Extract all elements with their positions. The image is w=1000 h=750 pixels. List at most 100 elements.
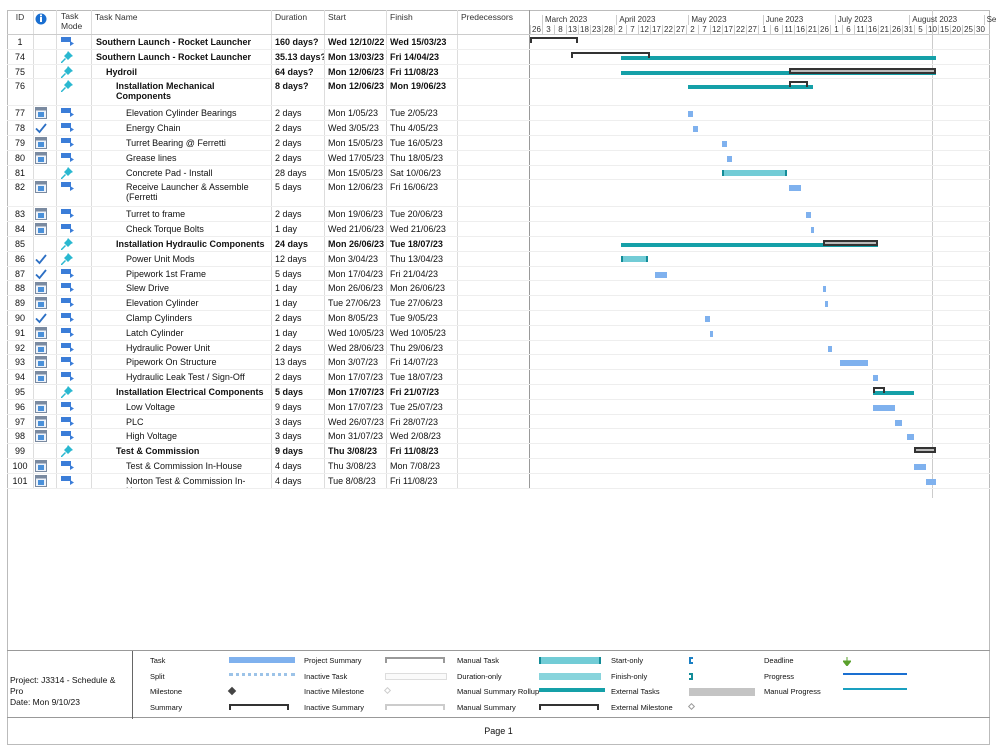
gantt-bar-task[interactable] (926, 478, 936, 485)
task-row[interactable]: 78 Energy Chain 2 days Wed 3/05/23 Thu 4/05/… (7, 121, 990, 136)
col-id[interactable]: ID (7, 10, 34, 34)
task-finish[interactable]: Tue 18/07/23 (387, 236, 458, 251)
col-start[interactable]: Start (325, 10, 387, 34)
gantt-bar-task[interactable] (914, 463, 926, 470)
task-start[interactable]: Mon 12/06/23 (325, 180, 387, 207)
task-duration[interactable]: 4 days (272, 473, 325, 488)
task-name[interactable]: Hydraulic Leak Test / Sign-Off (92, 370, 272, 384)
task-name[interactable]: Receive Launcher & Assemble (Ferretti (92, 180, 272, 207)
task-row[interactable]: 91 Latch Cylinder 1 day Wed 10/05/23 Wed 10/… (7, 325, 990, 341)
gantt-bar-task[interactable] (693, 126, 698, 133)
task-duration[interactable]: 2 days (272, 150, 325, 165)
task-name[interactable]: Pipework On Structure (92, 355, 272, 370)
task-predecessors[interactable] (458, 355, 530, 370)
task-finish[interactable]: Thu 4/05/23 (387, 121, 458, 135)
task-start[interactable]: Thu 3/08/23 (325, 458, 387, 473)
task-finish[interactable]: Wed 2/08/23 (387, 429, 458, 444)
task-start[interactable]: Wed 10/05/23 (325, 325, 387, 340)
task-predecessors[interactable] (458, 325, 530, 340)
task-name[interactable]: Grease lines (92, 150, 272, 165)
gantt-bar-summary[interactable] (570, 51, 650, 58)
task-name[interactable]: Turret to frame (92, 207, 272, 222)
task-predecessors[interactable] (458, 35, 530, 49)
task-finish[interactable]: Fri 11/08/23 (387, 444, 458, 458)
gantt-bar-msum[interactable] (822, 239, 878, 246)
task-finish[interactable]: Thu 29/06/23 (387, 340, 458, 355)
task-duration[interactable]: 24 days (272, 236, 325, 251)
task-duration[interactable]: 9 days (272, 444, 325, 458)
task-duration[interactable]: 4 days (272, 458, 325, 473)
task-name[interactable]: Southern Launch - Rocket Launcher (92, 35, 272, 49)
task-name[interactable]: Check Torque Bolts (92, 222, 272, 236)
gantt-bar-task[interactable] (827, 345, 833, 352)
col-duration[interactable]: Duration (272, 10, 325, 34)
task-row[interactable]: 80 Grease lines 2 days Wed 17/05/23 Thu 18/0… (7, 150, 990, 166)
task-duration[interactable]: 1 day (272, 222, 325, 236)
gantt-bar-task[interactable] (810, 227, 814, 234)
task-finish[interactable]: Fri 16/06/23 (387, 180, 458, 207)
gantt-bar-task[interactable] (789, 185, 802, 192)
task-predecessors[interactable] (458, 222, 530, 236)
task-predecessors[interactable] (458, 121, 530, 135)
task-finish[interactable]: Wed 21/06/23 (387, 222, 458, 236)
task-start[interactable]: Mon 15/05/23 (325, 165, 387, 180)
task-finish[interactable]: Wed 10/05/23 (387, 325, 458, 340)
task-duration[interactable]: 2 days (272, 370, 325, 384)
task-start[interactable]: Mon 8/05/23 (325, 310, 387, 325)
task-finish[interactable]: Fri 28/07/23 (387, 414, 458, 429)
task-row[interactable]: 88 Slew Drive 1 day Mon 26/06/23 Mon 26/06/2… (7, 281, 990, 297)
task-finish[interactable]: Thu 18/05/23 (387, 150, 458, 165)
task-row[interactable]: 81 Concrete Pad - Install 28 days Mon 15/05… (7, 165, 990, 181)
task-start[interactable]: Thu 3/08/23 (325, 444, 387, 458)
task-name[interactable]: PLC (92, 414, 272, 429)
task-predecessors[interactable] (458, 399, 530, 414)
gantt-bar-task[interactable] (822, 286, 826, 293)
task-finish[interactable]: Wed 15/03/23 (387, 35, 458, 49)
task-duration[interactable]: 2 days (272, 135, 325, 150)
task-predecessors[interactable] (458, 150, 530, 165)
gantt-bar-task[interactable] (654, 271, 667, 278)
task-start[interactable]: Mon 31/07/23 (325, 429, 387, 444)
task-finish[interactable]: Fri 14/07/23 (387, 355, 458, 370)
task-duration[interactable]: 2 days (272, 106, 325, 121)
task-predecessors[interactable] (458, 106, 530, 121)
task-finish[interactable]: Fri 21/04/23 (387, 266, 458, 281)
task-start[interactable]: Mon 17/04/23 (325, 266, 387, 281)
task-name[interactable]: Elevation Cylinder Bearings (92, 106, 272, 121)
task-row[interactable]: 92 Hydraulic Power Unit 2 days Wed 28/06/23… (7, 340, 990, 356)
task-name[interactable]: Hydroil (92, 64, 272, 79)
task-duration[interactable]: 5 days (272, 266, 325, 281)
gantt-bar-task[interactable] (705, 315, 710, 322)
task-finish[interactable]: Tue 18/07/23 (387, 370, 458, 384)
task-name[interactable]: Turret Bearing @ Ferretti (92, 135, 272, 150)
task-start[interactable]: Mon 3/04/23 (325, 251, 387, 266)
task-row[interactable]: 84 Check Torque Bolts 1 day Wed 21/06/23 Wed… (7, 222, 990, 237)
task-duration[interactable]: 13 days (272, 355, 325, 370)
task-row[interactable]: 76 Installation Mechanical Components 8 da… (7, 79, 990, 107)
col-predecessors[interactable]: Predecessors (458, 10, 530, 34)
gantt-bar-task[interactable] (806, 212, 811, 219)
task-row[interactable]: 82 Receive Launcher & Assemble (Ferretti 5… (7, 180, 990, 208)
task-name[interactable]: Power Unit Mods (92, 251, 272, 266)
task-start[interactable]: Mon 17/07/23 (325, 399, 387, 414)
task-start[interactable]: Mon 17/07/23 (325, 370, 387, 384)
task-row[interactable]: 101 Norton Test & Commission In-House4 da… (7, 473, 990, 489)
task-start[interactable]: Wed 21/06/23 (325, 222, 387, 236)
task-duration[interactable]: 3 days (272, 414, 325, 429)
task-duration[interactable]: 1 day (272, 325, 325, 340)
col-finish[interactable]: Finish (387, 10, 458, 34)
task-predecessors[interactable] (458, 370, 530, 384)
task-predecessors[interactable] (458, 251, 530, 266)
task-start[interactable]: Mon 19/06/23 (325, 207, 387, 222)
task-start[interactable]: Wed 12/10/22 (325, 35, 387, 49)
task-start[interactable]: Mon 26/06/23 (325, 281, 387, 296)
task-row[interactable]: 89 Elevation Cylinder 1 day Tue 27/06/23 Tue… (7, 296, 990, 311)
task-predecessors[interactable] (458, 236, 530, 251)
task-predecessors[interactable] (458, 49, 530, 64)
gantt-bar-task[interactable] (906, 434, 914, 441)
task-finish[interactable]: Tue 25/07/23 (387, 399, 458, 414)
task-duration[interactable]: 8 days? (272, 79, 325, 106)
task-finish[interactable]: Fri 14/04/23 (387, 49, 458, 64)
task-predecessors[interactable] (458, 165, 530, 180)
task-row[interactable]: 94 Hydraulic Leak Test / Sign-Off 2 days Mo… (7, 370, 990, 385)
